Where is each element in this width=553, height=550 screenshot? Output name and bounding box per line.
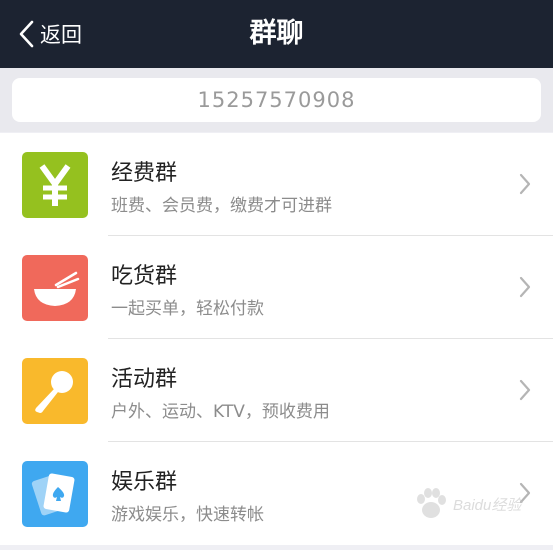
chevron-right-icon <box>519 482 531 504</box>
chevron-right-icon <box>519 276 531 298</box>
phone-number-field[interactable] <box>12 78 541 122</box>
list-item-activity-group[interactable]: 活动群 户外、运动、KTV，预收费用 <box>0 339 553 442</box>
list-item-fee-group[interactable]: 经费群 班费、会员费，缴费才可进群 <box>0 133 553 236</box>
back-button[interactable]: 返回 <box>18 0 82 68</box>
playing-cards-icon <box>22 461 88 527</box>
group-description: 班费、会员费，缴费才可进群 <box>111 196 332 216</box>
bowl-chopsticks-icon <box>22 255 88 321</box>
navigation-bar: 返回 群聊 <box>0 0 553 68</box>
group-description: 户外、运动、KTV，预收费用 <box>111 402 330 422</box>
group-list: 经费群 班费、会员费，缴费才可进群 吃货群 一起买单，轻松付款 活动群 户外、运… <box>0 133 553 545</box>
group-name: 经费群 <box>111 161 178 186</box>
group-name: 吃货群 <box>111 264 178 289</box>
group-name: 活动群 <box>111 367 178 392</box>
chevron-right-icon <box>519 379 531 401</box>
group-description: 游戏娱乐，快速转帐 <box>111 505 264 525</box>
list-item-entertainment-group[interactable]: 娱乐群 游戏娱乐，快速转帐 <box>0 442 553 545</box>
chevron-right-icon <box>519 173 531 195</box>
yen-icon <box>22 152 88 218</box>
chevron-left-icon <box>18 20 34 48</box>
search-bar <box>0 68 553 132</box>
group-description: 一起买单，轻松付款 <box>111 299 264 319</box>
list-item-foodie-group[interactable]: 吃货群 一起买单，轻松付款 <box>0 236 553 339</box>
microphone-icon <box>22 358 88 424</box>
back-label: 返回 <box>40 23 82 47</box>
page-title: 群聊 <box>249 18 304 49</box>
group-name: 娱乐群 <box>111 470 178 495</box>
